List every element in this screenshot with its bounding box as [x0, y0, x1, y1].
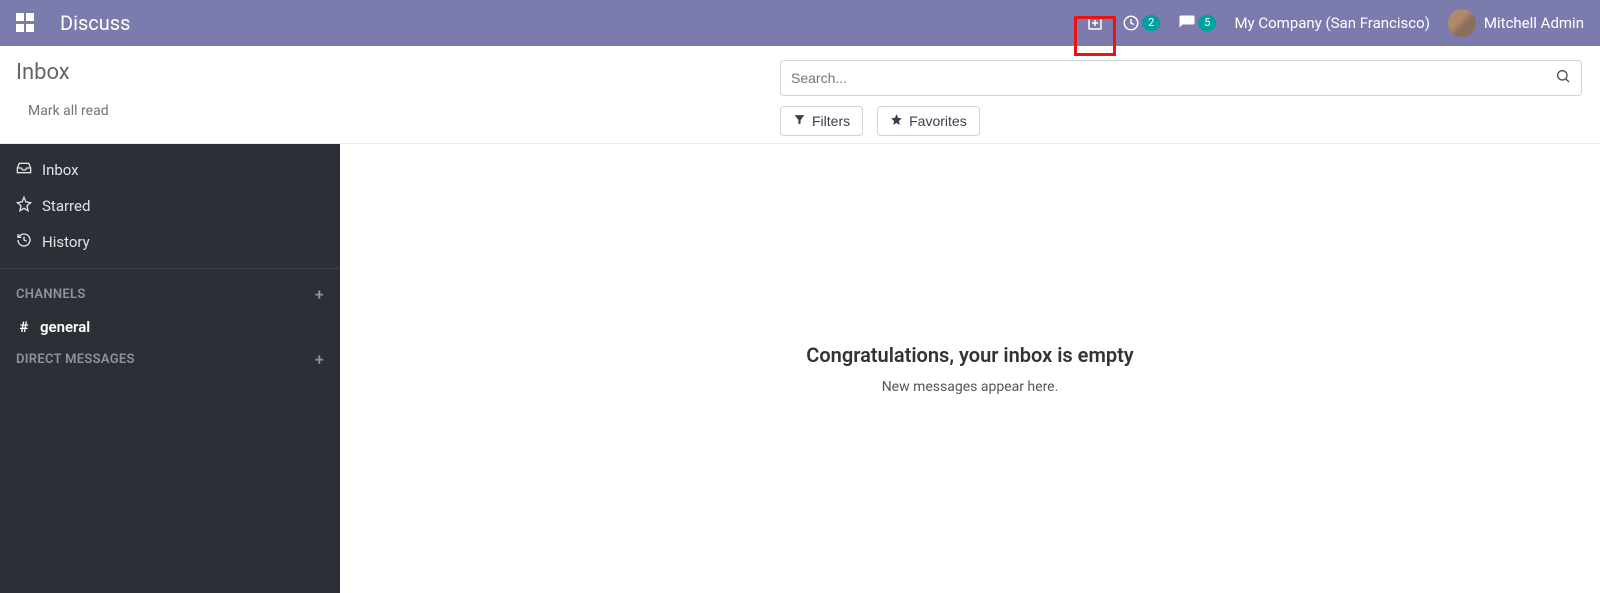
app-brand[interactable]: Discuss	[60, 11, 130, 35]
filter-icon	[793, 113, 806, 129]
add-dm-button[interactable]: +	[315, 350, 324, 369]
apps-menu-icon[interactable]	[16, 13, 36, 33]
activities-badge: 2	[1142, 15, 1160, 31]
messages-button[interactable]: 5	[1178, 14, 1216, 32]
inbox-icon	[16, 160, 32, 180]
company-switcher[interactable]: My Company (San Francisco)	[1234, 14, 1429, 32]
search-icon[interactable]	[1555, 68, 1571, 88]
sidebar-channels-header[interactable]: CHANNELS +	[0, 277, 340, 312]
activities-button[interactable]: 2	[1122, 14, 1160, 32]
sidebar-item-label: Inbox	[42, 161, 79, 179]
sidebar-item-label: Starred	[42, 197, 90, 215]
messages-badge: 5	[1198, 15, 1216, 31]
channels-header-label: CHANNELS	[16, 287, 86, 302]
chat-icon	[1178, 14, 1196, 32]
history-icon	[16, 232, 32, 252]
user-menu[interactable]: Mitchell Admin	[1448, 9, 1584, 37]
sidebar-dm-header[interactable]: DIRECT MESSAGES +	[0, 342, 340, 377]
empty-inbox-subtitle: New messages appear here.	[882, 379, 1059, 395]
sidebar: Inbox Starred History CHANNELS + # gener…	[0, 144, 340, 593]
mark-all-read-button[interactable]: Mark all read	[28, 103, 764, 119]
star-outline-icon	[16, 196, 32, 216]
sidebar-item-inbox[interactable]: Inbox	[0, 152, 340, 188]
top-navbar: Discuss 2 5 My Company (San Francisco) M…	[0, 0, 1600, 46]
favorites-button[interactable]: Favorites	[877, 106, 980, 136]
filters-button[interactable]: Filters	[780, 106, 863, 136]
user-name: Mitchell Admin	[1484, 14, 1584, 32]
add-channel-button[interactable]: +	[315, 285, 324, 304]
page-title: Inbox	[16, 60, 764, 85]
star-icon	[890, 113, 903, 129]
favorites-label: Favorites	[909, 113, 967, 129]
search-input[interactable]	[791, 70, 1555, 86]
search-box[interactable]	[780, 60, 1582, 96]
dm-header-label: DIRECT MESSAGES	[16, 352, 135, 367]
clock-icon	[1122, 14, 1140, 32]
hash-icon: #	[16, 318, 32, 336]
sidebar-item-starred[interactable]: Starred	[0, 188, 340, 224]
open-in-new-button[interactable]	[1086, 14, 1104, 32]
open-in-new-icon	[1086, 14, 1104, 32]
control-panel: Inbox Mark all read Filters Favorites	[0, 46, 1600, 144]
avatar	[1448, 9, 1476, 37]
sidebar-channel-general[interactable]: # general	[0, 312, 340, 342]
sidebar-item-history[interactable]: History	[0, 224, 340, 260]
empty-inbox-title: Congratulations, your inbox is empty	[806, 343, 1133, 367]
sidebar-item-label: History	[42, 233, 90, 251]
channel-label: general	[40, 318, 90, 336]
filters-label: Filters	[812, 113, 850, 129]
main-content: Congratulations, your inbox is empty New…	[340, 144, 1600, 593]
